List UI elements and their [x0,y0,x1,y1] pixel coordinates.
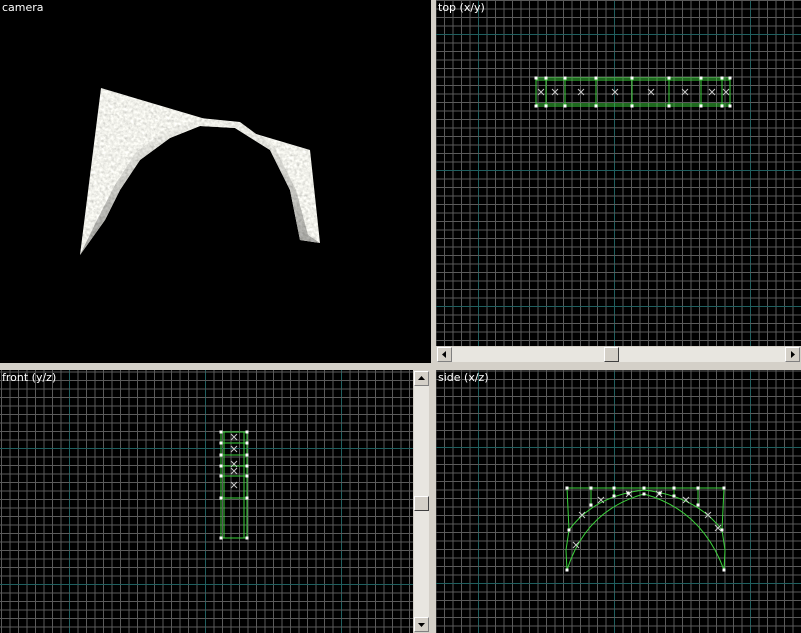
brush-center-marker [704,511,712,519]
arrow-left-icon [442,351,446,358]
vertex-handle[interactable] [630,76,634,80]
vertex-handle[interactable] [630,104,634,108]
vertex-handle[interactable] [219,536,223,540]
brush-center-marker [722,88,730,96]
scroll-thumb[interactable] [604,347,619,362]
vertex-handle[interactable] [245,464,249,468]
camera-viewport[interactable]: camera [0,0,431,363]
vertex-handle[interactable] [699,76,703,80]
brush-center-marker [230,481,238,489]
brush-center-marker [681,88,689,96]
front-viewport-label: front (y/z) [2,371,57,384]
vertex-handle[interactable] [219,430,223,434]
vertex-handle[interactable] [567,528,571,532]
side-viewport-label: side (x/z) [438,371,489,384]
side-viewport[interactable]: side (x/z) [436,370,801,633]
vertex-handle[interactable] [245,441,249,445]
brush-center-marker [537,88,545,96]
top-viewport[interactable]: top (x/y) [436,0,801,346]
scroll-thumb[interactable] [414,496,429,511]
vertex-handle[interactable] [563,104,567,108]
vertex-handle[interactable] [728,104,732,108]
scroll-left-button[interactable] [437,347,452,362]
vertex-handle[interactable] [534,76,538,80]
vertex-handle[interactable] [612,494,616,498]
vertex-handle[interactable] [667,104,671,108]
vertex-handle[interactable] [219,441,223,445]
vertex-handle[interactable] [245,430,249,434]
vertex-handle[interactable] [672,494,676,498]
vertex-handle[interactable] [219,464,223,468]
vertex-handle[interactable] [696,503,700,507]
vertex-handle[interactable] [728,76,732,80]
vertex-handle[interactable] [589,486,593,490]
vertex-handle[interactable] [565,568,569,572]
scroll-right-button[interactable] [785,347,800,362]
vertex-handle[interactable] [667,76,671,80]
brush-center-marker [577,88,585,96]
vertex-handle[interactable] [589,503,593,507]
vertex-handle[interactable] [720,528,724,532]
brush-center-marker [708,88,716,96]
vertex-handle[interactable] [563,76,567,80]
vertex-handle[interactable] [245,536,249,540]
vertex-handle[interactable] [642,486,646,490]
vertex-handle[interactable] [658,491,662,495]
front-brush-layer [219,430,249,540]
vertex-handle[interactable] [612,486,616,490]
vertex-handle[interactable] [594,104,598,108]
arrow-down-icon [418,623,425,627]
vertex-handle[interactable] [565,486,569,490]
brush-center-marker [230,433,238,441]
side-brush-layer [565,486,726,572]
vertex-handle[interactable] [245,496,249,500]
vertex-handle[interactable] [219,496,223,500]
vertex-handle[interactable] [720,76,724,80]
front-viewport[interactable]: front (y/z) [0,370,413,633]
arrow-right-icon [791,351,795,358]
vertex-handle[interactable] [245,474,249,478]
top-brush-layer [534,76,732,108]
top-viewport-label: top (x/y) [438,1,485,14]
brush-center-marker [647,88,655,96]
brush-center-marker [611,88,619,96]
vertex-handle[interactable] [722,486,726,490]
camera-viewport-label: camera [2,1,44,14]
arch-3d-render [80,88,320,255]
vertex-handle[interactable] [626,491,630,495]
vertex-handle[interactable] [594,76,598,80]
front-vertical-scrollbar[interactable] [413,370,430,633]
arrow-up-icon [418,376,425,380]
scroll-down-button[interactable] [414,617,429,632]
brush-center-marker [551,88,559,96]
vertex-handle[interactable] [672,486,676,490]
vertex-handle[interactable] [245,453,249,457]
top-horizontal-scrollbar[interactable] [436,346,801,363]
vertex-handle[interactable] [219,453,223,457]
scroll-up-button[interactable] [414,371,429,386]
vertex-handle[interactable] [699,104,703,108]
brush-center-marker [230,467,238,475]
vertex-handle[interactable] [219,474,223,478]
vertex-handle[interactable] [722,568,726,572]
vertex-handle[interactable] [544,76,548,80]
vertex-handle[interactable] [720,104,724,108]
vertex-handle[interactable] [534,104,538,108]
brush-center-marker [578,511,586,519]
brush-outline[interactable] [565,487,726,571]
brush-center-marker [230,445,238,453]
vertex-handle[interactable] [696,486,700,490]
vertex-handle[interactable] [544,104,548,108]
vertex-handle[interactable] [642,492,646,496]
